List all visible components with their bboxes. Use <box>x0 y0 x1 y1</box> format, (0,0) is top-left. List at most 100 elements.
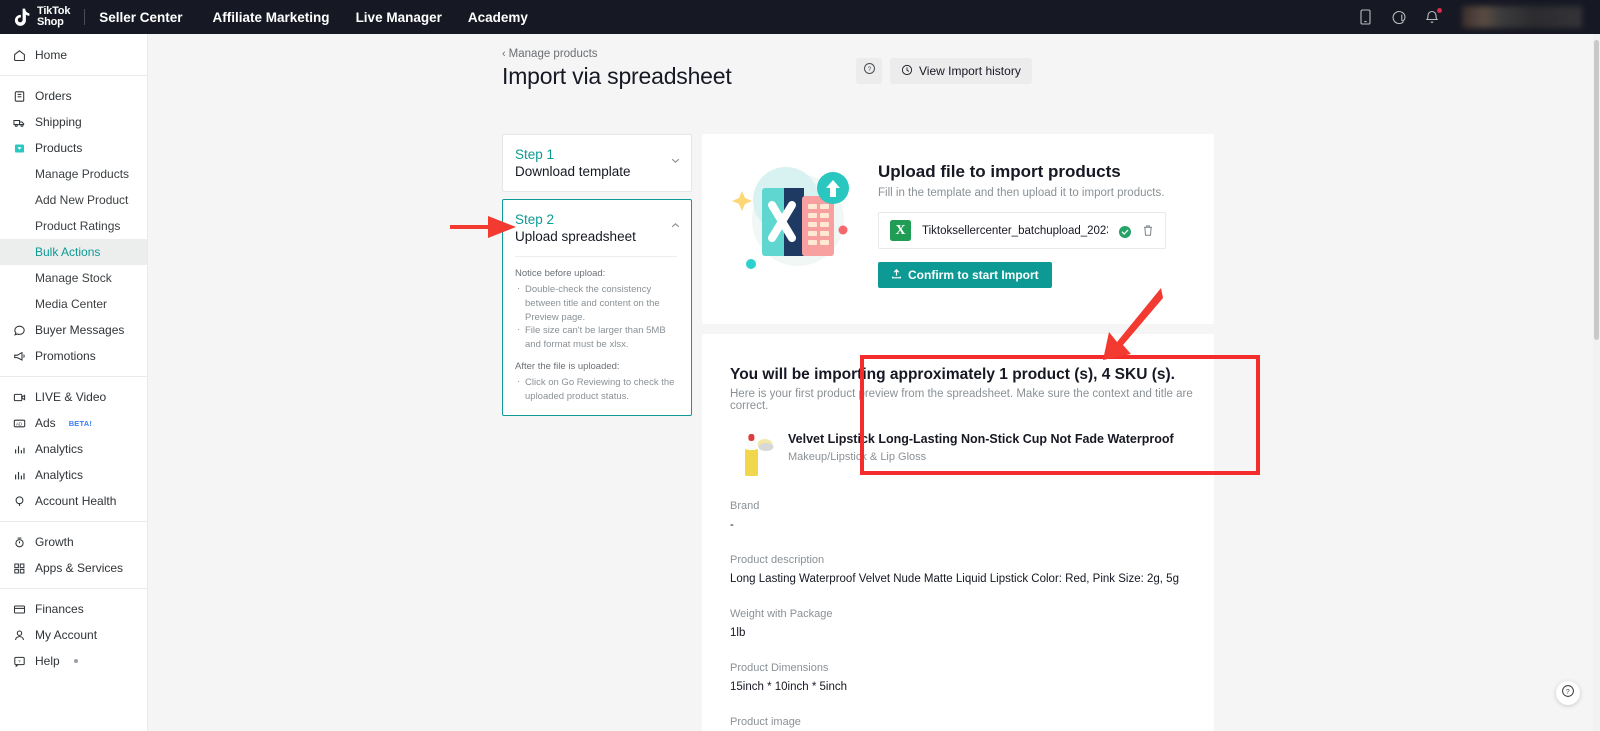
sidebar-item-finances[interactable]: Finances <box>0 596 147 622</box>
svg-text:?: ? <box>867 66 871 73</box>
topbar-right-actions <box>1359 6 1586 28</box>
step-1-key: Step 1 <box>515 147 555 162</box>
sidebar-item-analytics-1[interactable]: Analytics <box>0 436 147 462</box>
svg-text:?: ? <box>18 658 21 663</box>
product-preview-card: You will be importing approximately 1 pr… <box>702 334 1260 731</box>
step-2-divider <box>515 256 677 257</box>
support-icon[interactable] <box>1392 9 1407 25</box>
sidebar-item-buyer-messages[interactable]: Buyer Messages <box>0 317 147 343</box>
sidebar-item-live-video[interactable]: LIVE & Video <box>0 384 147 410</box>
sidebar-item-manage-products[interactable]: Manage Products <box>0 161 147 187</box>
tiktok-shop-logo[interactable]: TikTok Shop <box>14 6 70 28</box>
check-circle-icon <box>1119 225 1131 238</box>
field-product-dimensions: Product Dimensions 15inch * 10inch * 5in… <box>730 662 1194 693</box>
bell-icon[interactable] <box>1425 8 1442 25</box>
sidebar-label: Apps & Services <box>35 561 124 575</box>
sidebar-item-growth[interactable]: Growth <box>0 529 147 555</box>
uploaded-file-row: X Tiktoksellercenter_batchupload_2023...… <box>878 212 1166 249</box>
sidebar-navigation: Home Orders Shipping Products Manage Pro… <box>0 34 148 731</box>
sidebar-item-orders[interactable]: Orders <box>0 83 147 109</box>
trash-icon[interactable] <box>1142 224 1154 237</box>
sidebar-label: Analytics <box>35 468 84 482</box>
field-label: Brand <box>730 500 760 512</box>
after-upload-heading: After the file is uploaded: <box>515 360 620 372</box>
sidebar-item-ads[interactable]: AD Ads BETA! <box>0 410 147 436</box>
sidebar-label: LIVE & Video <box>35 390 107 404</box>
sidebar-label: My Account <box>35 628 98 642</box>
mobile-icon[interactable] <box>1359 9 1374 25</box>
help-icon: ? <box>13 655 26 668</box>
sidebar-item-home[interactable]: Home <box>0 42 147 68</box>
sidebar-item-account-health[interactable]: Account Health <box>0 488 147 514</box>
upload-subtitle: Fill in the template and then upload it … <box>878 187 1165 199</box>
view-import-history-button[interactable]: View Import history <box>890 58 1032 84</box>
promotions-icon <box>13 350 26 363</box>
live-video-icon <box>13 391 26 404</box>
topbar-divider <box>84 9 86 25</box>
page-scrollbar-thumb[interactable] <box>1594 40 1599 340</box>
sidebar-item-analytics-2[interactable]: Analytics <box>0 462 147 488</box>
chevron-down-icon[interactable] <box>670 153 681 164</box>
sidebar-label: Manage Stock <box>35 271 112 285</box>
sidebar-label: Manage Products <box>35 167 130 181</box>
clock-icon <box>901 64 913 79</box>
notice-item: Double-check the consistency between tit… <box>515 282 677 324</box>
analytics-icon <box>13 443 26 456</box>
product-preview-row: Velvet Lipstick Long-Lasting Non-Stick C… <box>736 429 1194 477</box>
confirm-button-label: Confirm to start Import <box>908 268 1039 282</box>
after-upload-list: Click on Go Reviewing to check the uploa… <box>515 375 677 404</box>
sidebar-divider <box>0 75 147 76</box>
sidebar-item-my-account[interactable]: My Account <box>0 622 147 648</box>
message-icon <box>13 324 26 337</box>
sidebar-label: Help <box>35 654 60 668</box>
brand-line-2: Shop <box>37 16 64 28</box>
sidebar-item-help[interactable]: ? Help <box>0 648 147 674</box>
step-1-card[interactable]: Step 1 Download template <box>502 134 692 192</box>
sidebar-item-media-center[interactable]: Media Center <box>0 291 147 317</box>
nav-affiliate-marketing[interactable]: Affiliate Marketing <box>213 10 330 25</box>
nav-live-manager[interactable]: Live Manager <box>356 10 442 25</box>
field-label: Product Dimensions <box>730 662 829 674</box>
home-icon <box>13 49 26 62</box>
field-value: 15inch * 10inch * 5inch <box>730 681 847 693</box>
sidebar-item-product-ratings[interactable]: Product Ratings <box>0 213 147 239</box>
upload-card: Upload file to import products Fill in t… <box>702 134 1214 324</box>
step-2-card: Step 2 Upload spreadsheet Notice before … <box>502 199 692 417</box>
sidebar-item-bulk-actions[interactable]: Bulk Actions <box>0 239 147 265</box>
product-thumbnail <box>736 429 774 477</box>
user-account-area[interactable] <box>1462 6 1582 28</box>
sidebar-divider <box>0 588 147 589</box>
ads-icon: AD <box>13 417 26 430</box>
sidebar-divider <box>0 521 147 522</box>
growth-icon <box>13 536 26 549</box>
notice-list: Double-check the consistency between tit… <box>515 282 677 352</box>
preview-heading: You will be importing approximately 1 pr… <box>730 366 1175 383</box>
notice-item: File size can't be larger than 5MB and f… <box>515 323 677 352</box>
field-value: 1lb <box>730 627 746 639</box>
nav-academy[interactable]: Academy <box>468 10 528 25</box>
chevron-up-icon[interactable] <box>670 218 681 229</box>
notice-heading: Notice before upload: <box>515 268 606 279</box>
step-2-title: Upload spreadsheet <box>515 229 636 244</box>
upload-title: Upload file to import products <box>878 162 1121 181</box>
question-circle-icon: ? <box>863 62 876 80</box>
sidebar-item-promotions[interactable]: Promotions <box>0 343 147 369</box>
nav-seller-center[interactable]: Seller Center <box>99 10 182 25</box>
help-trailing-dot-icon <box>73 659 78 663</box>
confirm-to-start-import-button[interactable]: Confirm to start Import <box>878 262 1052 288</box>
orders-icon <box>13 90 26 103</box>
excel-upload-illustration <box>724 160 864 285</box>
sidebar-item-apps-services[interactable]: Apps & Services <box>0 555 147 581</box>
field-label: Weight with Package <box>730 608 833 620</box>
main-content-area: ‹ Manage products Import via spreadsheet… <box>148 34 1600 731</box>
notification-dot <box>1437 8 1442 13</box>
sidebar-item-shipping[interactable]: Shipping <box>0 109 147 135</box>
sidebar-label: Growth <box>35 535 74 549</box>
sidebar-item-manage-stock[interactable]: Manage Stock <box>0 265 147 291</box>
sidebar-label: Product Ratings <box>35 219 121 233</box>
sidebar-item-add-new-product[interactable]: Add New Product <box>0 187 147 213</box>
help-button[interactable]: ? <box>856 58 882 84</box>
after-upload-item: Click on Go Reviewing to check the uploa… <box>515 375 677 404</box>
floating-help-button[interactable]: ? <box>1556 681 1580 705</box>
sidebar-item-products[interactable]: Products <box>0 135 147 161</box>
